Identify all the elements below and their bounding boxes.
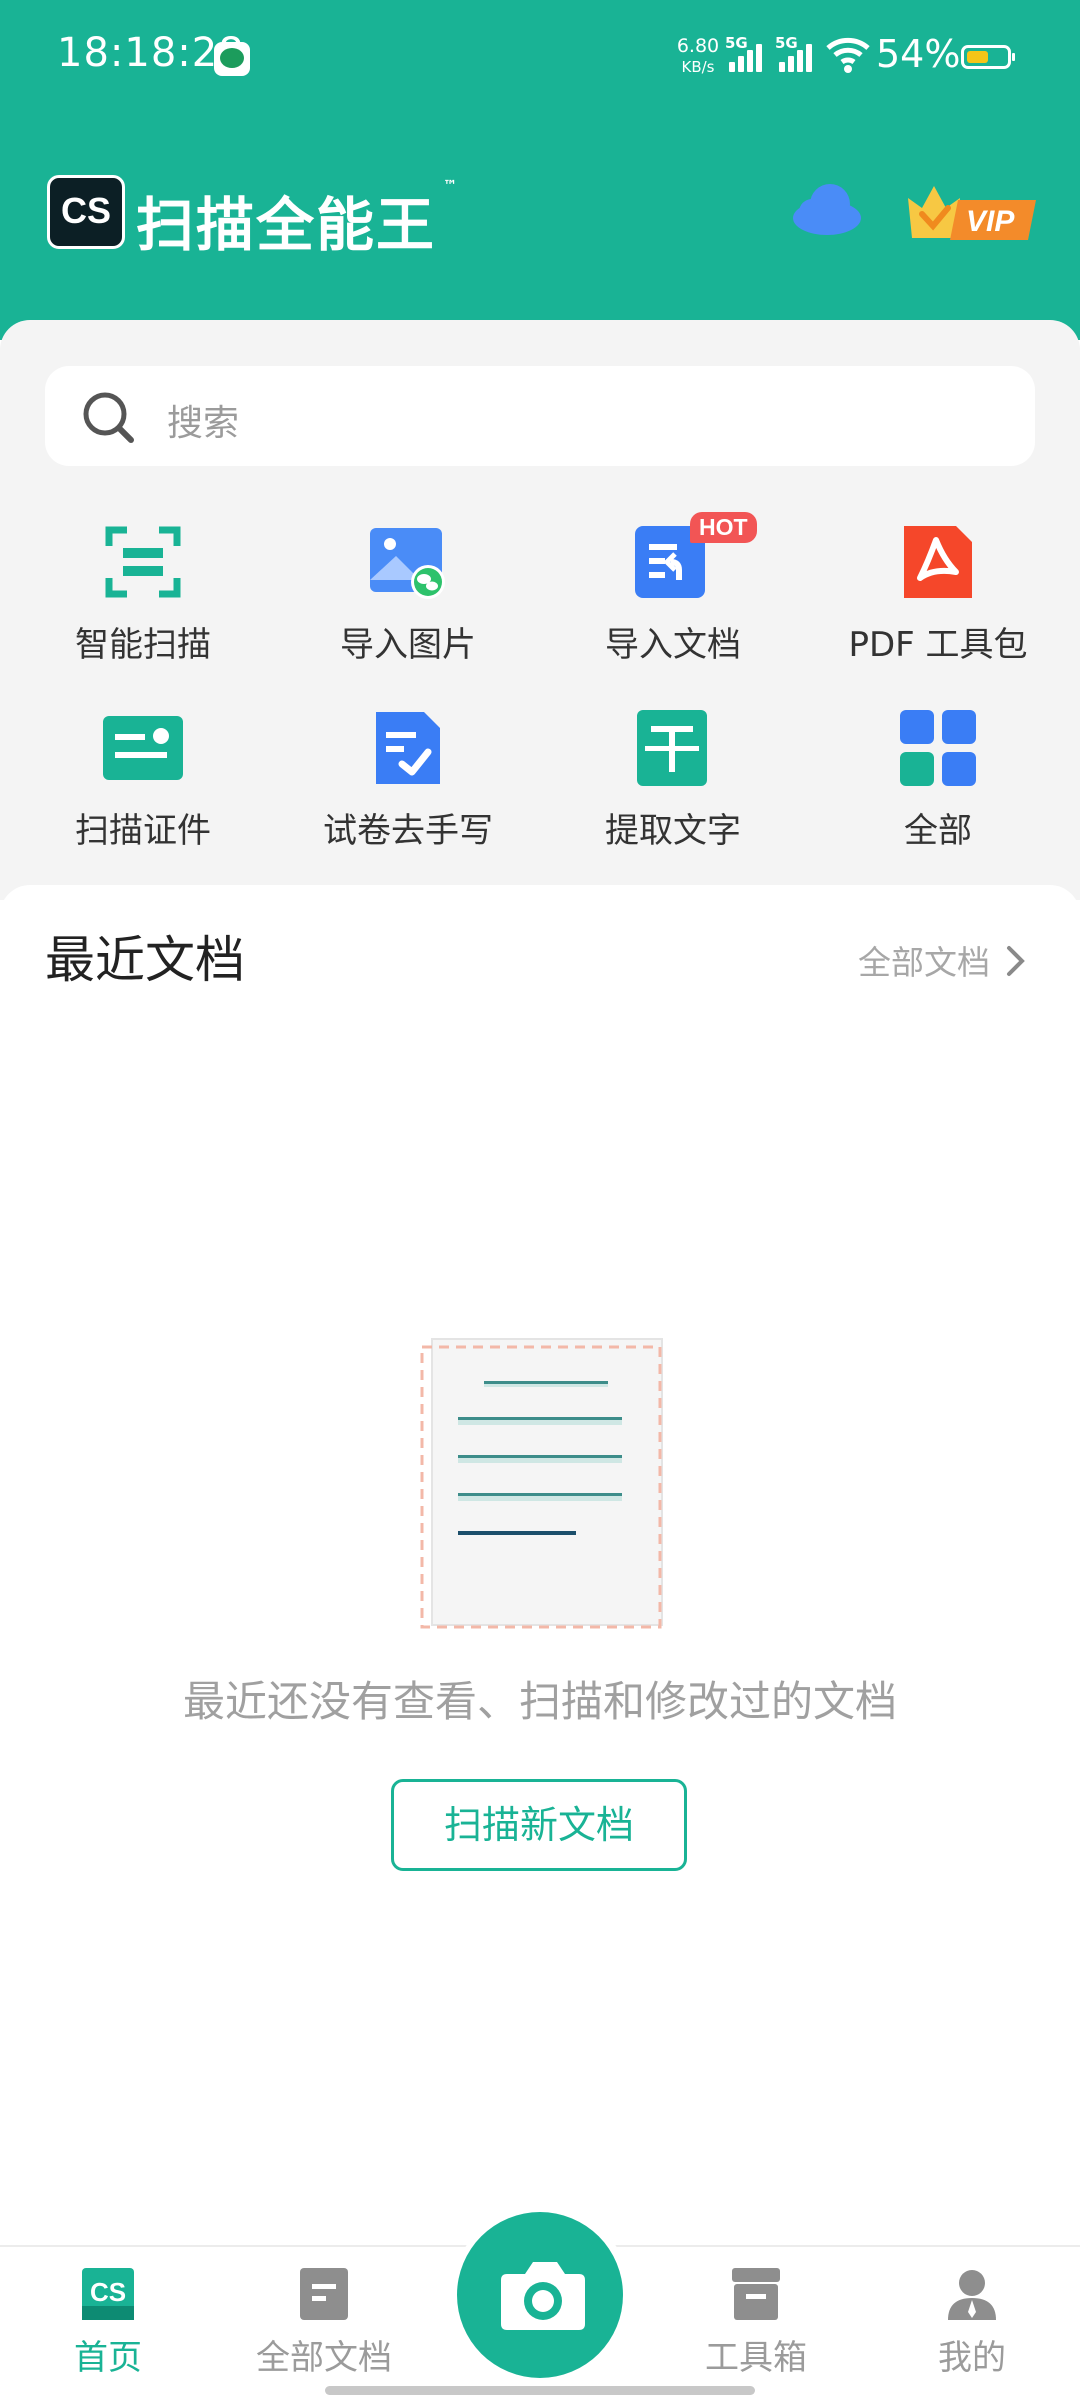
smart-scan-icon xyxy=(105,526,181,598)
all-tools-icon xyxy=(900,710,976,786)
remove-handwriting-icon xyxy=(376,712,440,784)
nav-label: 工具箱 xyxy=(705,2338,807,2378)
svg-text:VIP: VIP xyxy=(966,205,1015,238)
signal-5g-1-icon: 5G xyxy=(725,34,771,72)
home-indicator[interactable] xyxy=(325,2386,755,2395)
recent-documents-title: 最近文档 xyxy=(45,931,245,989)
toolbox-icon xyxy=(730,2268,782,2320)
battery-icon xyxy=(961,45,1015,69)
empty-state-message: 最近还没有查看、扫描和修改过的文档 xyxy=(182,1677,897,1726)
tool-label: 导入图片 xyxy=(340,625,476,665)
app-logo-mark: CS xyxy=(47,175,125,249)
search-bar[interactable]: 搜索 xyxy=(45,366,1035,466)
tool-label: 扫描证件 xyxy=(75,811,211,851)
notification-app-icon xyxy=(214,42,250,76)
battery-percent: 54% xyxy=(876,32,961,76)
app-name: 扫描全能王 xyxy=(136,191,437,259)
tool-label: 试卷去手写 xyxy=(323,811,493,851)
vip-crown-icon[interactable]: VIP xyxy=(900,178,1040,246)
nav-label: 全部文档 xyxy=(256,2338,392,2378)
import-image-icon xyxy=(370,528,445,599)
svg-text:CS: CS xyxy=(90,2277,126,2307)
tool-label: 全部 xyxy=(904,811,972,851)
nav-home[interactable]: CS 首页 xyxy=(28,2268,188,2379)
cloud-icon[interactable] xyxy=(790,180,864,236)
tool-label: 智能扫描 xyxy=(75,625,211,665)
wifi-icon xyxy=(826,37,870,73)
nav-label: 我的 xyxy=(938,2338,1006,2378)
extract-text-icon xyxy=(637,710,707,786)
nav-toolbox[interactable]: 工具箱 xyxy=(676,2268,836,2379)
tool-label: 导入文档 xyxy=(605,625,741,665)
all-documents-icon xyxy=(298,2268,350,2320)
camera-button[interactable] xyxy=(457,2212,623,2378)
scan-new-document-button[interactable]: 扫描新文档 xyxy=(391,1779,687,1871)
search-placeholder: 搜索 xyxy=(167,403,240,444)
home-icon: CS xyxy=(82,2268,134,2320)
status-bar: 18:18:28 6.80 KB/s 5G 5G 54% xyxy=(0,0,1080,115)
all-documents-link[interactable]: 全部文档 xyxy=(858,936,990,984)
trademark: ™ xyxy=(443,178,457,194)
nav-label: 首页 xyxy=(74,2338,142,2378)
pdf-toolkit-icon xyxy=(904,526,972,598)
empty-document-illustration xyxy=(420,1338,663,1629)
profile-icon xyxy=(946,2268,998,2320)
network-speed: 6.80 KB/s xyxy=(676,35,720,77)
hot-badge: HOT xyxy=(690,512,757,543)
nav-profile[interactable]: 我的 xyxy=(892,2268,1052,2379)
camera-icon xyxy=(501,2262,585,2330)
search-icon xyxy=(83,392,134,443)
tool-label: PDF 工具包 xyxy=(848,625,1028,665)
chevron-right-icon[interactable] xyxy=(1005,944,1027,978)
nav-all-documents[interactable]: 全部文档 xyxy=(244,2268,404,2379)
signal-5g-2-icon: 5G xyxy=(775,34,821,72)
tool-label: 提取文字 xyxy=(605,811,741,851)
scan-id-icon xyxy=(103,716,183,780)
